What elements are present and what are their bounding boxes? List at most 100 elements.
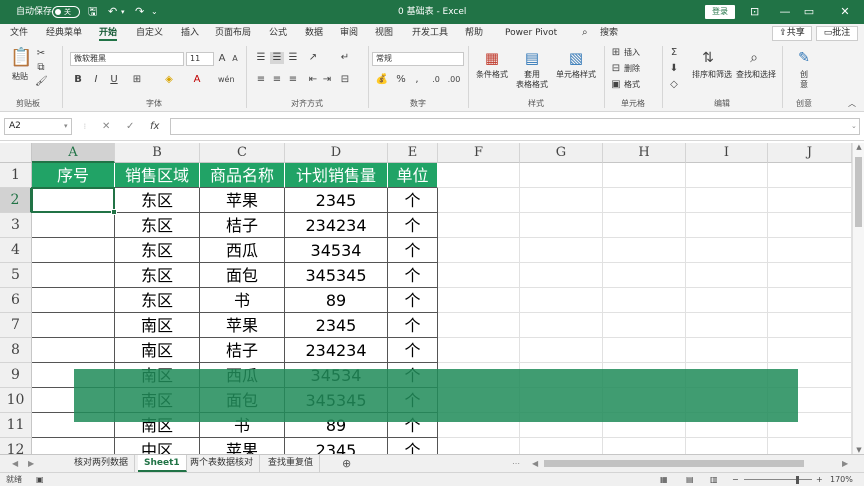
italic-button[interactable]: I xyxy=(90,74,102,86)
cell-e2[interactable]: 个 xyxy=(388,188,438,213)
cell-a7[interactable] xyxy=(32,313,115,338)
merge-cells-icon[interactable]: ⊟ xyxy=(338,74,352,86)
delete-cells-label[interactable]: 删除 xyxy=(624,63,640,75)
cell-g8[interactable] xyxy=(520,338,603,363)
page-break-view-icon[interactable]: ▥ xyxy=(710,473,718,486)
row-header-9[interactable]: 9 xyxy=(0,363,32,388)
cell-i7[interactable] xyxy=(686,313,768,338)
table-header-cell[interactable]: 计划销售量 xyxy=(285,163,388,188)
align-middle-icon[interactable]: ☰ xyxy=(270,52,284,64)
cell-j8[interactable] xyxy=(768,338,852,363)
zoom-slider-thumb[interactable] xyxy=(796,476,799,484)
align-right-icon[interactable]: ≡ xyxy=(286,74,300,86)
align-center-icon[interactable]: ≡ xyxy=(270,74,284,86)
cell-f6[interactable] xyxy=(438,288,520,313)
cell-d5[interactable]: 345345 xyxy=(285,263,388,288)
cell-b5[interactable]: 东区 xyxy=(115,263,200,288)
cell-i6[interactable] xyxy=(686,288,768,313)
fill-icon[interactable]: ⬇ xyxy=(668,63,680,75)
tab-page-layout[interactable]: 页面布局 xyxy=(215,24,251,42)
prev-sheet-icon[interactable]: ◀ xyxy=(12,455,18,472)
cell-g3[interactable] xyxy=(520,213,603,238)
align-bottom-icon[interactable]: ☰ xyxy=(286,52,300,64)
font-color-icon[interactable]: A xyxy=(190,74,204,86)
cell-d6[interactable]: 89 xyxy=(285,288,388,313)
cell-g12[interactable] xyxy=(520,438,603,454)
cell-c6[interactable]: 书 xyxy=(200,288,285,313)
cell-j6[interactable] xyxy=(768,288,852,313)
tab-help[interactable]: 帮助 xyxy=(465,24,483,42)
cell-g1[interactable] xyxy=(520,163,603,188)
select-all-corner[interactable] xyxy=(0,143,32,163)
cell-f4[interactable] xyxy=(438,238,520,263)
minimize-button[interactable]: — xyxy=(774,0,796,24)
column-header-i[interactable]: I xyxy=(686,143,768,163)
cell-f5[interactable] xyxy=(438,263,520,288)
orientation-icon[interactable]: ↗ xyxy=(306,52,320,64)
undo-dropdown-icon[interactable]: ▾ xyxy=(121,0,125,24)
cell-h2[interactable] xyxy=(603,188,686,213)
cell-c2[interactable]: 苹果 xyxy=(200,188,285,213)
cell-g7[interactable] xyxy=(520,313,603,338)
cell-b8[interactable]: 南区 xyxy=(115,338,200,363)
cell-d3[interactable]: 234234 xyxy=(285,213,388,238)
cell-j2[interactable] xyxy=(768,188,852,213)
tab-file[interactable]: 文件 xyxy=(10,24,28,42)
underline-button[interactable]: U xyxy=(108,74,120,86)
row-header-11[interactable]: 11 xyxy=(0,413,32,438)
cut-icon[interactable]: ✂ xyxy=(35,48,47,60)
cell-j3[interactable] xyxy=(768,213,852,238)
tab-power-pivot[interactable]: Power Pivot xyxy=(505,24,557,42)
cell-g5[interactable] xyxy=(520,263,603,288)
conditional-format-label[interactable]: 条件格式 xyxy=(472,70,512,80)
undo-icon[interactable]: ↶ xyxy=(108,0,117,24)
confirm-entry-icon[interactable]: ✓ xyxy=(126,118,134,135)
tab-review[interactable]: 审阅 xyxy=(340,24,358,42)
cell-h1[interactable] xyxy=(603,163,686,188)
tab-home[interactable]: 开始 xyxy=(99,24,118,42)
cell-c12[interactable]: 苹果 xyxy=(200,438,285,454)
format-painter-icon[interactable]: 🖌 xyxy=(35,76,48,88)
align-left-icon[interactable]: ≡ xyxy=(254,74,268,86)
cell-i5[interactable] xyxy=(686,263,768,288)
tab-insert[interactable]: 插入 xyxy=(181,24,199,42)
sort-filter-label[interactable]: 排序和筛选 xyxy=(690,70,734,80)
table-format-icon[interactable]: ▤ xyxy=(522,48,542,68)
column-header-a[interactable]: A xyxy=(32,143,115,163)
cell-g4[interactable] xyxy=(520,238,603,263)
comma-style-icon[interactable]: , xyxy=(410,74,424,86)
cell-f7[interactable] xyxy=(438,313,520,338)
cell-d7[interactable]: 2345 xyxy=(285,313,388,338)
sheet-tab-compare-columns[interactable]: 核对两列数据 xyxy=(68,455,136,472)
row-header-4[interactable]: 4 xyxy=(0,238,32,263)
cell-i2[interactable] xyxy=(686,188,768,213)
vertical-scrollbar[interactable]: ▲ ▼ xyxy=(852,143,864,454)
decrease-decimal-icon[interactable]: .00 xyxy=(446,74,462,86)
share-button[interactable]: ⇪共享 xyxy=(772,26,812,41)
add-sheet-icon[interactable]: ⊕ xyxy=(342,455,351,472)
cell-e3[interactable]: 个 xyxy=(388,213,438,238)
column-header-j[interactable]: J xyxy=(768,143,852,163)
insert-cells-icon[interactable]: ⊞ xyxy=(610,47,622,59)
row-header-5[interactable]: 5 xyxy=(0,263,32,288)
cell-a3[interactable] xyxy=(32,213,115,238)
decrease-indent-icon[interactable]: ⇤ xyxy=(306,74,320,86)
font-size-select[interactable]: 11 xyxy=(186,52,214,66)
name-box-dropdown-icon[interactable]: ▾ xyxy=(64,118,68,135)
cell-style-label[interactable]: 单元格样式 xyxy=(552,70,600,80)
cell-d8[interactable]: 234234 xyxy=(285,338,388,363)
autosave-toggle[interactable]: 关 xyxy=(52,6,80,18)
row-header-12[interactable]: 12 xyxy=(0,438,32,454)
clear-icon[interactable]: ◇ xyxy=(668,79,680,91)
cell-c5[interactable]: 面包 xyxy=(200,263,285,288)
cell-i3[interactable] xyxy=(686,213,768,238)
tab-classic-menu[interactable]: 经典菜单 xyxy=(46,24,82,42)
cell-j5[interactable] xyxy=(768,263,852,288)
zoom-slider[interactable] xyxy=(744,479,812,480)
sheet-options-icon[interactable]: ⋯ xyxy=(512,455,520,472)
insert-cells-label[interactable]: 插入 xyxy=(624,47,640,59)
accounting-format-icon[interactable]: 💰 xyxy=(374,74,390,86)
column-header-e[interactable]: E xyxy=(388,143,438,163)
scroll-up-icon[interactable]: ▲ xyxy=(853,143,864,151)
sheet-tab-compare-tables[interactable]: 两个表数据核对 xyxy=(184,455,261,472)
